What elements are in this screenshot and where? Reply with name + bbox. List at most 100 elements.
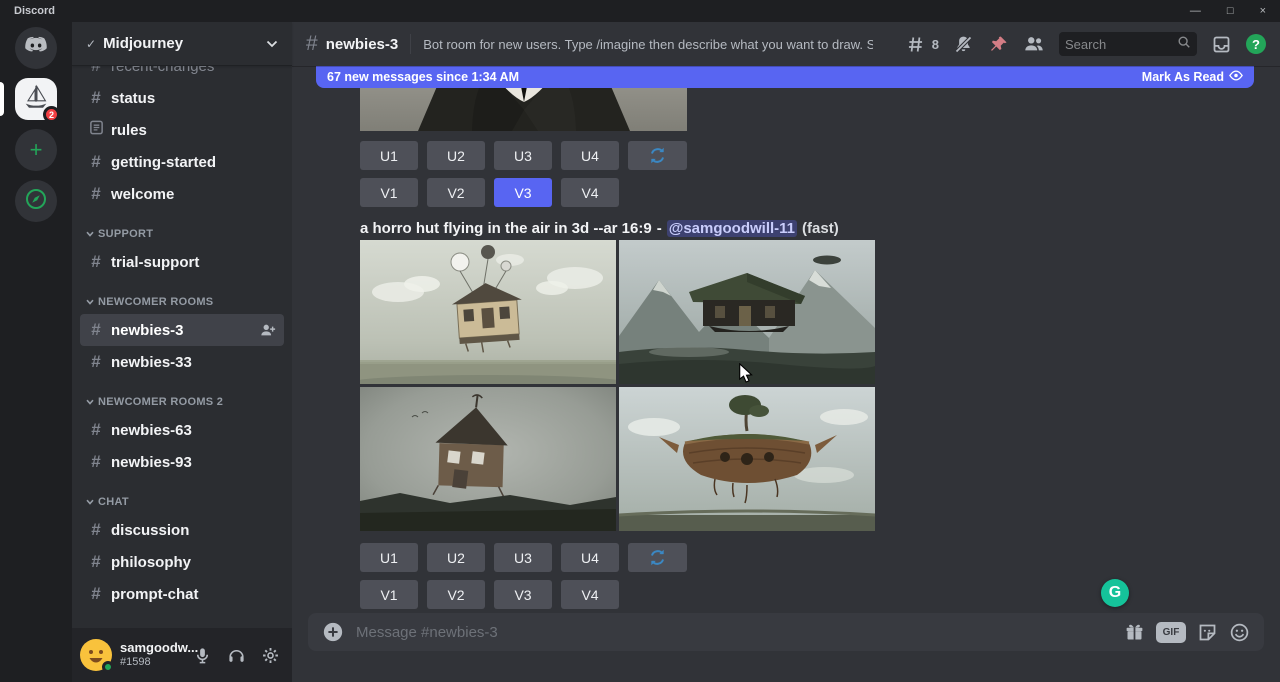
window-titlebar: Discord — □ × xyxy=(0,0,1280,22)
v3-button[interactable]: V3 xyxy=(494,580,552,609)
channel-trial-support[interactable]: # trial-support xyxy=(80,246,284,278)
hash-icon: # xyxy=(88,66,104,76)
add-server-button[interactable]: + xyxy=(15,129,57,171)
generated-image-1[interactable] xyxy=(360,240,616,384)
v3-button-active[interactable]: V3 xyxy=(494,178,552,207)
chat-main: # newbies-3 Bot room for new users. Type… xyxy=(292,22,1280,682)
create-invite-icon[interactable] xyxy=(260,322,276,338)
v2-button[interactable]: V2 xyxy=(427,580,485,609)
channel-discussion[interactable]: # discussion xyxy=(80,514,284,546)
emoji-picker-icon[interactable] xyxy=(1229,622,1250,643)
channel-getting-started[interactable]: # getting-started xyxy=(80,146,284,178)
channel-newbies-93[interactable]: # newbies-93 xyxy=(80,446,284,478)
verified-badge-icon: ✓ xyxy=(86,37,96,51)
u4-button[interactable]: U4 xyxy=(561,543,619,572)
divider xyxy=(410,34,411,54)
new-messages-bar[interactable]: 67 new messages since 1:34 AM Mark As Re… xyxy=(316,66,1254,88)
u4-button[interactable]: U4 xyxy=(561,141,619,170)
pinned-messages-icon[interactable] xyxy=(988,34,1009,55)
sticker-icon[interactable] xyxy=(1197,622,1218,643)
user-mention[interactable]: @samgoodwill-11 xyxy=(667,220,797,237)
prompt-dash: - xyxy=(657,220,662,237)
explore-servers-button[interactable] xyxy=(15,180,57,222)
server-name: Midjourney xyxy=(103,35,183,52)
server-icon-midjourney[interactable]: 2 xyxy=(15,78,57,120)
channel-status[interactable]: # status xyxy=(80,82,284,114)
username: samgoodw... xyxy=(120,641,180,656)
hash-icon: # xyxy=(88,152,104,172)
generation-mode: (fast) xyxy=(802,220,839,237)
channel-newbies-63[interactable]: # newbies-63 xyxy=(80,414,284,446)
channel-newbies-3[interactable]: # newbies-3 xyxy=(80,314,284,346)
u2-button[interactable]: U2 xyxy=(427,141,485,170)
app-title: Discord xyxy=(14,5,55,17)
u2-button[interactable]: U2 xyxy=(427,543,485,572)
hash-icon: # xyxy=(88,420,104,440)
section-chat[interactable]: CHAT xyxy=(72,490,292,514)
v4-button[interactable]: V4 xyxy=(561,178,619,207)
server-selected-pill xyxy=(0,82,4,116)
inbox-icon[interactable] xyxy=(1211,34,1232,55)
u1-button[interactable]: U1 xyxy=(360,141,418,170)
gif-picker-icon[interactable]: GIF xyxy=(1156,622,1186,643)
u3-button[interactable]: U3 xyxy=(494,141,552,170)
headphones-icon[interactable] xyxy=(222,641,250,669)
window-close-button[interactable]: × xyxy=(1260,0,1266,22)
channel-philosophy[interactable]: # philosophy xyxy=(80,546,284,578)
upscale-button-row: U1 U2 U3 U4 xyxy=(360,543,687,572)
channel-recent-changes[interactable]: # recent-changes xyxy=(80,66,284,82)
online-status-icon xyxy=(102,661,114,673)
user-info[interactable]: samgoodw... #1598 xyxy=(120,641,180,669)
compass-icon xyxy=(24,187,48,216)
search-input[interactable] xyxy=(1065,37,1173,52)
attach-plus-icon[interactable] xyxy=(322,621,344,643)
section-newcomer-rooms-2[interactable]: NEWCOMER ROOMS 2 xyxy=(72,390,292,414)
member-list-icon[interactable] xyxy=(1023,33,1045,55)
gift-icon[interactable] xyxy=(1124,622,1145,643)
hash-icon: # xyxy=(88,520,104,540)
u1-button[interactable]: U1 xyxy=(360,543,418,572)
channel-topic[interactable]: Bot room for new users. Type /imagine th… xyxy=(423,37,873,52)
window-maximize-button[interactable]: □ xyxy=(1227,0,1234,22)
reroll-button[interactable] xyxy=(628,141,687,170)
section-newcomer-rooms[interactable]: NEWCOMER ROOMS xyxy=(72,290,292,314)
channel-header: # newbies-3 Bot room for new users. Type… xyxy=(292,22,1280,66)
user-discriminator: #1598 xyxy=(120,656,180,669)
grammarly-badge[interactable]: G xyxy=(1101,579,1129,607)
window-minimize-button[interactable]: — xyxy=(1190,0,1201,22)
mark-as-read-button[interactable]: Mark As Read xyxy=(1142,70,1243,84)
v1-button[interactable]: V1 xyxy=(360,580,418,609)
hash-icon: # xyxy=(88,452,104,472)
search-box xyxy=(1059,32,1197,56)
upscale-button-row-prev: U1 U2 U3 U4 xyxy=(360,141,687,170)
plus-icon: + xyxy=(30,139,43,161)
variation-button-row-prev: V1 V2 V3 V4 xyxy=(360,178,619,207)
window-controls: — □ × xyxy=(1190,0,1266,22)
generated-image-2[interactable] xyxy=(619,240,875,384)
microphone-icon[interactable] xyxy=(188,641,216,669)
settings-gear-icon[interactable] xyxy=(256,641,284,669)
reroll-button[interactable] xyxy=(628,543,687,572)
hash-icon: # xyxy=(88,252,104,272)
v2-button[interactable]: V2 xyxy=(427,178,485,207)
help-button[interactable]: ? xyxy=(1246,34,1266,54)
discord-home-button[interactable] xyxy=(15,27,57,69)
channel-title: newbies-3 xyxy=(326,36,399,53)
channel-newbies-33[interactable]: # newbies-33 xyxy=(80,346,284,378)
threads-icon[interactable] xyxy=(905,34,926,55)
user-avatar[interactable] xyxy=(80,639,112,671)
variation-button-row: V1 V2 V3 V4 xyxy=(360,580,619,609)
server-header[interactable]: ✓ Midjourney xyxy=(72,22,292,66)
message-input[interactable] xyxy=(356,624,1112,641)
u3-button[interactable]: U3 xyxy=(494,543,552,572)
eye-icon xyxy=(1229,70,1243,84)
section-support[interactable]: SUPPORT xyxy=(72,222,292,246)
channel-welcome[interactable]: # welcome xyxy=(80,178,284,210)
channel-prompt-chat[interactable]: # prompt-chat xyxy=(80,578,284,610)
channel-rules[interactable]: rules xyxy=(80,114,284,146)
v4-button[interactable]: V4 xyxy=(561,580,619,609)
generated-image-4[interactable] xyxy=(619,387,875,531)
generated-image-3[interactable] xyxy=(360,387,616,531)
v1-button[interactable]: V1 xyxy=(360,178,418,207)
notifications-muted-icon[interactable] xyxy=(953,34,974,55)
